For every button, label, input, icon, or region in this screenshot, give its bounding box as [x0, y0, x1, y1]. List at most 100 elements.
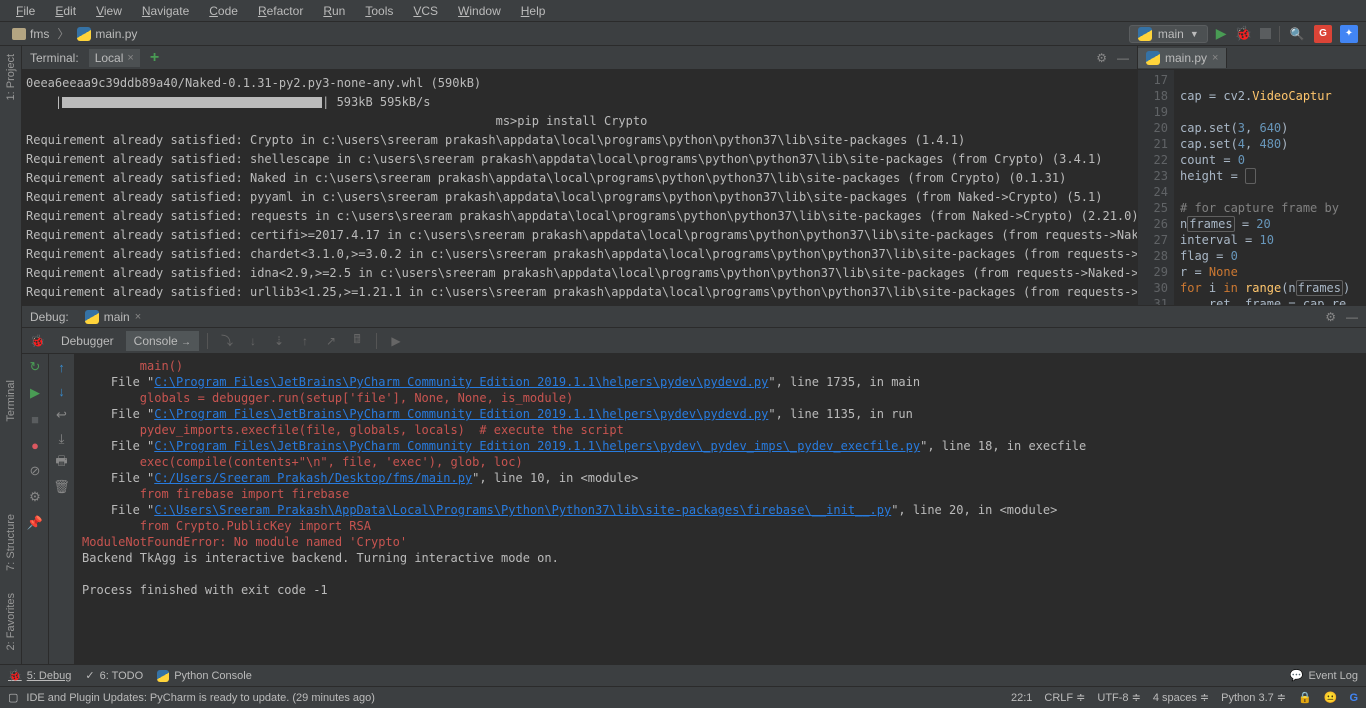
- file-encoding[interactable]: UTF-8 ≑: [1097, 691, 1140, 704]
- traceback-line: from Crypto.PublicKey import RSA: [82, 518, 1358, 534]
- sidebar-tab-terminal[interactable]: Terminal: [3, 376, 19, 426]
- menu-file[interactable]: File: [8, 2, 43, 20]
- stop-icon[interactable]: ■: [26, 410, 44, 428]
- new-terminal-button[interactable]: +: [150, 49, 159, 67]
- down-stack-icon[interactable]: ↓: [53, 382, 71, 400]
- terminal-line: Requirement already satisfied: urllib3<1…: [26, 283, 1133, 302]
- debug-run-toolbar: ↻ ▶ ■ ● ⊘ 📌: [22, 354, 48, 664]
- up-stack-icon[interactable]: ↑: [53, 358, 71, 376]
- rerun-icon[interactable]: ↻: [26, 358, 44, 376]
- traceback-file-link[interactable]: C:\Program Files\JetBrains\PyCharm Commu…: [154, 407, 768, 421]
- left-tool-stripe: 1: Project Terminal 7: Structure 2: Favo…: [0, 46, 22, 664]
- menu-code[interactable]: Code: [201, 2, 246, 20]
- breadcrumb-folder[interactable]: fms: [8, 26, 53, 42]
- indent-setting[interactable]: 4 spaces ≑: [1153, 691, 1209, 704]
- step-out-icon[interactable]: ↑: [294, 330, 316, 352]
- python-interpreter[interactable]: Python 3.7 ≑: [1221, 691, 1286, 704]
- soft-wrap-icon[interactable]: ↩: [53, 406, 71, 424]
- google-login-icon[interactable]: G: [1314, 25, 1332, 43]
- inspections-icon[interactable]: 😐: [1324, 691, 1338, 704]
- console-open-icon: →: [181, 337, 191, 348]
- sidebar-tab-project[interactable]: 1: Project: [3, 50, 19, 104]
- menu-edit[interactable]: Edit: [47, 2, 84, 20]
- close-icon[interactable]: ×: [127, 52, 133, 64]
- traceback-file-link[interactable]: C:\Program Files\JetBrains\PyCharm Commu…: [154, 375, 768, 389]
- menu-run[interactable]: Run: [315, 2, 353, 20]
- terminal-line: Requirement already satisfied: pyyaml in…: [26, 188, 1133, 207]
- readonly-lock-icon[interactable]: [1298, 691, 1312, 704]
- run-to-cursor-icon[interactable]: ↗: [320, 330, 342, 352]
- debug-config-tab[interactable]: main ×: [79, 308, 147, 326]
- traceback-file-link[interactable]: C:/Users/Sreeram Prakash/Desktop/fms/mai…: [154, 471, 472, 485]
- navigation-bar: fms 〉 main.py main ▼ ▶ 🐞 G ✦: [0, 22, 1366, 46]
- evaluate-expression-icon[interactable]: 🖩: [346, 330, 368, 352]
- traceback-line: main(): [82, 358, 1358, 374]
- bottom-tab-debug[interactable]: 🐞 5: Debug: [8, 669, 71, 682]
- close-icon[interactable]: ×: [135, 311, 141, 323]
- traceback-file-link[interactable]: C:\Program Files\JetBrains\PyCharm Commu…: [154, 439, 920, 453]
- traceback-line: [82, 566, 1358, 582]
- settings-icon[interactable]: ✦: [1340, 25, 1358, 43]
- close-icon[interactable]: ×: [1212, 52, 1218, 64]
- line-separator[interactable]: CRLF ≑: [1044, 691, 1085, 704]
- menu-vcs[interactable]: VCS: [405, 2, 446, 20]
- terminal-line: Requirement already satisfied: Naked in …: [26, 169, 1133, 188]
- caret-position[interactable]: 22:1: [1011, 692, 1032, 704]
- terminal-line: Requirement already satisfied: certifi>=…: [26, 226, 1133, 245]
- code-editor[interactable]: 17181920212223242526272829303132 cap = c…: [1138, 70, 1366, 305]
- force-step-into-icon[interactable]: ⇣: [268, 330, 290, 352]
- debug-console-output[interactable]: main() File "C:\Program Files\JetBrains\…: [74, 354, 1366, 664]
- resume-icon[interactable]: ▶: [385, 330, 407, 352]
- clear-icon[interactable]: 🗑: [53, 478, 71, 496]
- editor-tab-main[interactable]: main.py ×: [1138, 48, 1227, 68]
- terminal-line: Requirement already satisfied: chardet<3…: [26, 245, 1133, 264]
- stop-button[interactable]: [1260, 28, 1271, 39]
- bottom-tab-event-log[interactable]: 💬 Event Log: [1290, 669, 1358, 682]
- menu-navigate[interactable]: Navigate: [134, 2, 197, 20]
- debugger-tab[interactable]: Debugger: [53, 331, 122, 351]
- gear-icon[interactable]: [1325, 310, 1336, 324]
- terminal-panel: Terminal: Local × + 0eea6eeaa9c39ddb89a4…: [22, 46, 1138, 305]
- python-file-icon: [77, 27, 91, 41]
- minimize-icon[interactable]: [1117, 51, 1129, 65]
- scroll-to-end-icon[interactable]: ⤓: [53, 430, 71, 448]
- traceback-file-link[interactable]: C:\Users\Sreeram Prakash\AppData\Local\P…: [154, 503, 891, 517]
- menu-help[interactable]: Help: [513, 2, 554, 20]
- menu-view[interactable]: View: [88, 2, 130, 20]
- terminal-output[interactable]: 0eea6eeaa9c39ddb89a40/Naked-0.1.31-py2.p…: [22, 70, 1137, 305]
- run-toolbar: main ▼ ▶ 🐞 G ✦: [1129, 25, 1358, 43]
- sidebar-tab-structure[interactable]: 7: Structure: [3, 510, 19, 575]
- sidebar-tab-favorites[interactable]: 2: Favorites: [3, 589, 19, 654]
- traceback-line: File "C:\Users\Sreeram Prakash\AppData\L…: [82, 502, 1358, 518]
- menu-refactor[interactable]: Refactor: [250, 2, 311, 20]
- console-tab[interactable]: Console →: [126, 331, 199, 351]
- run-button[interactable]: ▶: [1216, 25, 1227, 42]
- breadcrumb-folder-label: fms: [30, 27, 49, 41]
- bottom-tab-python-console[interactable]: Python Console: [157, 670, 252, 682]
- search-icon[interactable]: [1288, 25, 1306, 43]
- print-icon[interactable]: 🖶: [53, 454, 71, 472]
- minimize-icon[interactable]: [1346, 310, 1358, 324]
- view-breakpoints-icon[interactable]: ●: [26, 436, 44, 454]
- traceback-line: File "C:/Users/Sreeram Prakash/Desktop/f…: [82, 470, 1358, 486]
- menu-window[interactable]: Window: [450, 2, 509, 20]
- breadcrumb: fms 〉 main.py: [8, 25, 1129, 42]
- settings-icon[interactable]: [26, 488, 44, 506]
- code-area[interactable]: cap = cv2.VideoCaptur cap.set(3, 640)cap…: [1174, 70, 1366, 305]
- terminal-tab-local[interactable]: Local ×: [89, 49, 140, 67]
- toggle-toolwindows-icon[interactable]: ▢: [8, 691, 18, 704]
- resume-program-icon[interactable]: ▶: [26, 384, 44, 402]
- gear-icon[interactable]: [1096, 51, 1107, 65]
- pin-tab-icon[interactable]: 📌: [26, 514, 44, 532]
- breadcrumb-file[interactable]: main.py: [73, 26, 141, 42]
- terminal-line: || 593kB 595kB/s: [26, 93, 1133, 112]
- google-icon[interactable]: G: [1349, 692, 1358, 704]
- bottom-tab-todo[interactable]: ✓ 6: TODO: [85, 669, 143, 682]
- run-config-dropdown[interactable]: main ▼: [1129, 25, 1208, 43]
- debug-title: Debug:: [30, 310, 69, 324]
- debug-button[interactable]: 🐞: [1235, 25, 1252, 42]
- menu-tools[interactable]: Tools: [357, 2, 401, 20]
- step-over-icon[interactable]: ⤵: [216, 330, 238, 352]
- step-into-icon[interactable]: ↓: [242, 330, 264, 352]
- mute-breakpoints-icon[interactable]: ⊘: [26, 462, 44, 480]
